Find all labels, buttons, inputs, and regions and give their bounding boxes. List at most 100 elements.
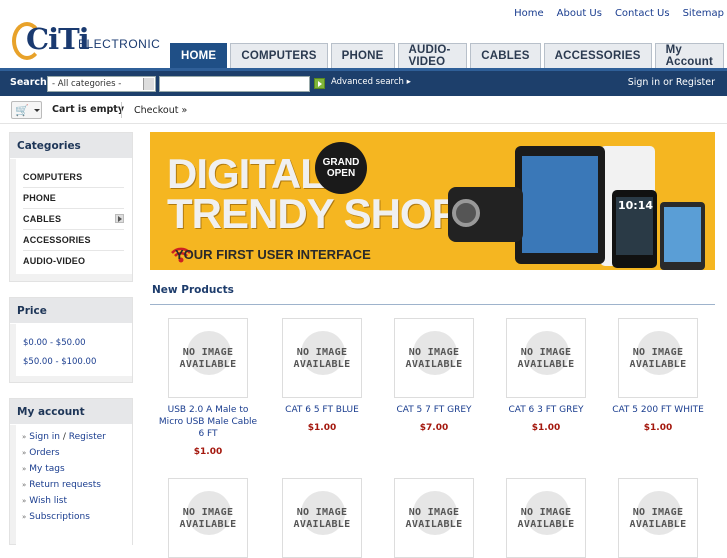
product-image[interactable]: NO IMAGE AVAILABLE — [168, 318, 248, 398]
account-sign-in-link[interactable]: Sign in — [29, 432, 60, 442]
category-item-computers[interactable]: COMPUTERS — [23, 167, 124, 188]
category-item-cables[interactable]: CABLES — [23, 209, 124, 230]
product-image[interactable]: NO IMAGE AVAILABLE — [506, 318, 586, 398]
search-label: Search: — [10, 77, 51, 88]
cart-status: Cart is empty — [52, 104, 125, 115]
categories-box: Categories COMPUTERS PHONE CABLES ACCESS… — [9, 132, 133, 282]
phone-clock: 10:14 — [618, 199, 654, 212]
bullet-icon: » — [22, 481, 27, 489]
product-card: NO IMAGE AVAILABLE CAT 6 3 FT GREY $1.00 — [490, 318, 602, 433]
logo-subname: ELECTRONIC — [78, 37, 161, 51]
product-name-link[interactable]: CAT 6 3 FT GREY — [490, 404, 602, 416]
chevron-down-icon — [34, 109, 40, 112]
auth-or: or — [663, 77, 673, 88]
product-name-link[interactable]: USB 2.0 A Male to Micro USB Male Cable 6… — [152, 404, 264, 440]
bullet-icon: » — [22, 465, 27, 473]
tab-computers[interactable]: COMPUTERS — [230, 43, 328, 68]
list-item: » Orders — [22, 448, 132, 464]
product-image[interactable]: NO IMAGE AVAILABLE — [282, 318, 362, 398]
product-name-link[interactable]: CAT 5 7 FT GREY — [378, 404, 490, 416]
bullet-icon: » — [22, 433, 27, 441]
price-range-link[interactable]: $0.00 - $50.00 — [23, 338, 132, 351]
account-register-link[interactable]: Register — [69, 432, 106, 442]
product-image[interactable]: NO IMAGE AVAILABLE — [618, 478, 698, 558]
tab-cables[interactable]: CABLES — [470, 43, 541, 68]
chevron-down-icon — [143, 78, 154, 90]
search-input[interactable] — [159, 76, 310, 92]
orders-link[interactable]: Orders — [29, 448, 59, 458]
no-image-label: NO IMAGE AVAILABLE — [629, 507, 687, 530]
bullet-icon: » — [22, 513, 27, 521]
list-item: » Sign in / Register — [22, 432, 132, 448]
cart-icon: 🛒 — [15, 104, 29, 117]
my-account-title: My account — [10, 399, 132, 425]
banner-title-line1: DIGITAL — [167, 150, 326, 197]
product-image[interactable]: NO IMAGE AVAILABLE — [506, 478, 586, 558]
product-image[interactable]: NO IMAGE AVAILABLE — [394, 318, 474, 398]
tab-phone[interactable]: PHONE — [330, 43, 395, 68]
banner-title-line2: TRENDY SHOP — [167, 190, 460, 237]
list-item: » Wish list — [22, 496, 132, 512]
promo-banner[interactable]: DIGITAL TRENDY SHOP GRAND OPEN YOUR FIRS… — [150, 132, 715, 270]
product-card: NO IMAGE AVAILABLE CAT 5 200 FT WHITE $1… — [602, 318, 714, 433]
category-select-value: - All categories - — [52, 79, 122, 89]
no-image-label: NO IMAGE AVAILABLE — [293, 507, 351, 530]
checkout-link[interactable]: Checkout » — [134, 105, 187, 116]
header: CiTi ELECTRONIC Home About Us Contact Us… — [0, 0, 727, 68]
no-image-label: NO IMAGE AVAILABLE — [179, 347, 237, 370]
my-tags-link[interactable]: My tags — [29, 464, 64, 474]
no-image-label: NO IMAGE AVAILABLE — [517, 507, 575, 530]
product-card: NO IMAGE AVAILABLE — [266, 478, 378, 558]
no-image-label: NO IMAGE AVAILABLE — [293, 347, 351, 370]
product-card: NO IMAGE AVAILABLE CAT 5 7 FT GREY $7.00 — [378, 318, 490, 433]
product-image[interactable]: NO IMAGE AVAILABLE — [394, 478, 474, 558]
new-products-title: New Products — [152, 284, 234, 296]
top-link-about[interactable]: About Us — [557, 8, 602, 19]
product-price: $1.00 — [643, 423, 673, 433]
product-card: NO IMAGE AVAILABLE — [490, 478, 602, 558]
product-name-link[interactable]: CAT 6 5 FT BLUE — [266, 404, 378, 416]
tablet-image — [515, 146, 605, 264]
price-title: Price — [10, 298, 132, 324]
product-card: NO IMAGE AVAILABLE — [378, 478, 490, 558]
product-name-link[interactable]: CAT 5 200 FT WHITE — [602, 404, 714, 416]
product-image[interactable]: NO IMAGE AVAILABLE — [282, 478, 362, 558]
categories-title: Categories — [10, 133, 132, 159]
product-image[interactable]: NO IMAGE AVAILABLE — [618, 318, 698, 398]
product-card: NO IMAGE AVAILABLE CAT 6 5 FT BLUE $1.00 — [266, 318, 378, 433]
top-link-home[interactable]: Home — [514, 8, 544, 19]
list-item: » My tags — [22, 464, 132, 480]
category-item-accessories[interactable]: ACCESSORIES — [23, 230, 124, 251]
register-link[interactable]: Register — [676, 77, 715, 88]
divider — [150, 304, 715, 305]
no-image-label: NO IMAGE AVAILABLE — [629, 347, 687, 370]
cart-button[interactable]: 🛒 — [11, 101, 42, 119]
product-price: $7.00 — [419, 423, 449, 433]
no-image-label: NO IMAGE AVAILABLE — [517, 347, 575, 370]
logo[interactable]: CiTi ELECTRONIC — [10, 18, 161, 62]
wish-list-link[interactable]: Wish list — [29, 496, 67, 506]
list-item: » Return requests — [22, 480, 132, 496]
list-item: » Subscriptions — [22, 512, 132, 528]
search-go-button[interactable] — [314, 78, 325, 89]
return-requests-link[interactable]: Return requests — [29, 480, 101, 490]
price-range-link[interactable]: $50.00 - $100.00 — [23, 357, 132, 370]
sign-in-link[interactable]: Sign in — [628, 77, 660, 88]
top-link-sitemap[interactable]: Sitemap — [683, 8, 724, 19]
camcorder-image — [448, 187, 523, 242]
product-image[interactable]: NO IMAGE AVAILABLE — [168, 478, 248, 558]
top-link-contact[interactable]: Contact Us — [615, 8, 670, 19]
no-image-label: NO IMAGE AVAILABLE — [405, 347, 463, 370]
advanced-search-link[interactable]: Advanced search ▸ — [331, 77, 411, 87]
category-item-phone[interactable]: PHONE — [23, 188, 124, 209]
bullet-icon: » — [22, 449, 27, 457]
my-account-box: My account » Sign in / Register » Orders »… — [9, 398, 133, 545]
cart-bar: 🛒 Cart is empty Checkout » — [0, 96, 727, 124]
category-item-audio-video[interactable]: AUDIO-VIDEO — [23, 251, 124, 272]
tab-my-account[interactable]: My Account — [654, 43, 724, 68]
tab-home[interactable]: HOME — [170, 43, 228, 68]
category-select[interactable]: - All categories - — [47, 76, 156, 92]
subscriptions-link[interactable]: Subscriptions — [29, 512, 90, 522]
tab-accessories[interactable]: ACCESSORIES — [543, 43, 652, 68]
tab-audio-video[interactable]: AUDIO-VIDEO — [397, 43, 468, 68]
